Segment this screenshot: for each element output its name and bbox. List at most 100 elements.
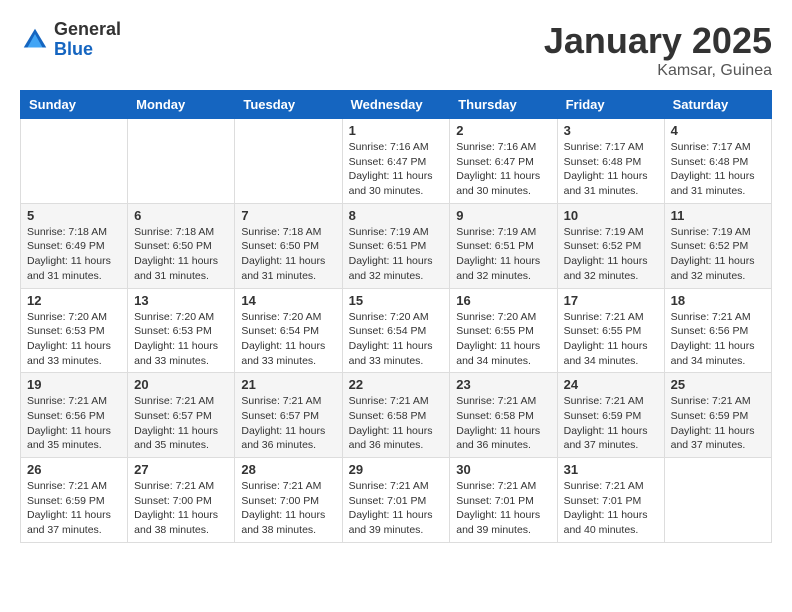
calendar-cell: 5 Sunrise: 7:18 AM Sunset: 6:49 PM Daylig…: [21, 203, 128, 288]
day-number: 16: [456, 293, 550, 308]
day-info: Sunrise: 7:21 AM Sunset: 6:55 PM Dayligh…: [564, 310, 658, 369]
calendar-cell: 30 Sunrise: 7:21 AM Sunset: 7:01 PM Dayli…: [450, 458, 557, 543]
day-info: Sunrise: 7:21 AM Sunset: 6:56 PM Dayligh…: [671, 310, 765, 369]
calendar-cell: 21 Sunrise: 7:21 AM Sunset: 6:57 PM Dayli…: [235, 373, 342, 458]
calendar-cell: 28 Sunrise: 7:21 AM Sunset: 7:00 PM Dayli…: [235, 458, 342, 543]
calendar-cell: 12Sunrise: 7:20 AM Sunset: 6:53 PM Dayli…: [21, 288, 128, 373]
day-info: Sunrise: 7:21 AM Sunset: 7:00 PM Dayligh…: [241, 479, 335, 538]
day-info: Sunrise: 7:20 AM Sunset: 6:55 PM Dayligh…: [456, 310, 550, 369]
day-info: Sunrise: 7:21 AM Sunset: 7:00 PM Dayligh…: [134, 479, 228, 538]
day-number: 31: [564, 462, 658, 477]
day-number: 6: [134, 208, 228, 223]
day-number: 27: [134, 462, 228, 477]
day-number: 13: [134, 293, 228, 308]
calendar-week-row: 12 Sunrise: 7:20 AM Sunset: 6:53 PM Dayli…: [21, 288, 772, 373]
day-number: 28: [241, 462, 335, 477]
day-number: 17: [564, 293, 658, 308]
logo-general-text: General: [54, 19, 121, 39]
day-number: 22: [349, 377, 444, 392]
day-info: Sunrise: 7:21 AM Sunset: 7:01 PM Dayligh…: [456, 479, 550, 538]
calendar-cell: 17 Sunrise: 7:21 AM Sunset: 6:55 PM Dayli…: [557, 288, 664, 373]
day-number: 3: [564, 123, 658, 138]
page-header: General Blue January 2025 Kamsar, Guinea: [20, 20, 772, 80]
day-info: Sunrise: 7:21 AM Sunset: 6:56 PM Dayligh…: [27, 394, 121, 453]
calendar-cell: [235, 119, 342, 204]
day-number: 24: [564, 377, 658, 392]
day-number: 23: [456, 377, 550, 392]
weekday-header: Tuesday: [235, 91, 342, 119]
calendar-cell: 6 Sunrise: 7:18 AM Sunset: 6:50 PM Daylig…: [128, 203, 235, 288]
calendar-cell: 25Sunrise: 7:21 AM Sunset: 6:59 PM Dayli…: [664, 373, 771, 458]
day-info: Sunrise: 7:17 AM Sunset: 6:48 PM Dayligh…: [671, 140, 765, 199]
day-number: 15: [349, 293, 444, 308]
month-title: January 2025: [544, 20, 772, 62]
day-info: Sunrise: 7:16 AM Sunset: 6:47 PM Dayligh…: [349, 140, 444, 199]
day-number: 26: [27, 462, 121, 477]
calendar-cell: 1 Sunrise: 7:16 AM Sunset: 6:47 PM Daylig…: [342, 119, 450, 204]
calendar-cell: 26Sunrise: 7:21 AM Sunset: 6:59 PM Dayli…: [21, 458, 128, 543]
day-info: Sunrise: 7:20 AM Sunset: 6:53 PM Dayligh…: [134, 310, 228, 369]
day-number: 18: [671, 293, 765, 308]
day-number: 2: [456, 123, 550, 138]
calendar-cell: 14 Sunrise: 7:20 AM Sunset: 6:54 PM Dayli…: [235, 288, 342, 373]
calendar-cell: [664, 458, 771, 543]
day-info: Sunrise: 7:21 AM Sunset: 6:59 PM Dayligh…: [671, 394, 765, 453]
day-info: Sunrise: 7:18 AM Sunset: 6:50 PM Dayligh…: [134, 225, 228, 284]
calendar-cell: 22 Sunrise: 7:21 AM Sunset: 6:58 PM Dayli…: [342, 373, 450, 458]
day-info: Sunrise: 7:20 AM Sunset: 6:54 PM Dayligh…: [349, 310, 444, 369]
calendar-cell: 18 Sunrise: 7:21 AM Sunset: 6:56 PM Dayli…: [664, 288, 771, 373]
calendar-cell: 10Sunrise: 7:19 AM Sunset: 6:52 PM Dayli…: [557, 203, 664, 288]
calendar-cell: 3 Sunrise: 7:17 AM Sunset: 6:48 PM Daylig…: [557, 119, 664, 204]
weekday-header-row: SundayMondayTuesdayWednesdayThursdayFrid…: [21, 91, 772, 119]
weekday-header: Monday: [128, 91, 235, 119]
calendar-cell: 7Sunrise: 7:18 AM Sunset: 6:50 PM Daylig…: [235, 203, 342, 288]
day-number: 12: [27, 293, 121, 308]
weekday-header: Thursday: [450, 91, 557, 119]
logo-icon: [20, 25, 50, 55]
day-info: Sunrise: 7:16 AM Sunset: 6:47 PM Dayligh…: [456, 140, 550, 199]
calendar-cell: 8 Sunrise: 7:19 AM Sunset: 6:51 PM Daylig…: [342, 203, 450, 288]
calendar-cell: 23 Sunrise: 7:21 AM Sunset: 6:58 PM Dayli…: [450, 373, 557, 458]
day-info: Sunrise: 7:17 AM Sunset: 6:48 PM Dayligh…: [564, 140, 658, 199]
calendar-cell: 24 Sunrise: 7:21 AM Sunset: 6:59 PM Dayli…: [557, 373, 664, 458]
logo-blue-text: Blue: [54, 39, 93, 59]
day-info: Sunrise: 7:21 AM Sunset: 6:58 PM Dayligh…: [456, 394, 550, 453]
day-info: Sunrise: 7:18 AM Sunset: 6:49 PM Dayligh…: [27, 225, 121, 284]
calendar-cell: [21, 119, 128, 204]
day-number: 1: [349, 123, 444, 138]
day-number: 21: [241, 377, 335, 392]
calendar-week-row: 26Sunrise: 7:21 AM Sunset: 6:59 PM Dayli…: [21, 458, 772, 543]
calendar-cell: 16 Sunrise: 7:20 AM Sunset: 6:55 PM Dayli…: [450, 288, 557, 373]
calendar-cell: 2 Sunrise: 7:16 AM Sunset: 6:47 PM Daylig…: [450, 119, 557, 204]
calendar-cell: 20Sunrise: 7:21 AM Sunset: 6:57 PM Dayli…: [128, 373, 235, 458]
day-info: Sunrise: 7:19 AM Sunset: 6:51 PM Dayligh…: [349, 225, 444, 284]
calendar-cell: 27 Sunrise: 7:21 AM Sunset: 7:00 PM Dayli…: [128, 458, 235, 543]
day-info: Sunrise: 7:21 AM Sunset: 6:57 PM Dayligh…: [134, 394, 228, 453]
day-number: 9: [456, 208, 550, 223]
day-info: Sunrise: 7:19 AM Sunset: 6:52 PM Dayligh…: [671, 225, 765, 284]
calendar-cell: [128, 119, 235, 204]
day-number: 8: [349, 208, 444, 223]
day-info: Sunrise: 7:18 AM Sunset: 6:50 PM Dayligh…: [241, 225, 335, 284]
day-info: Sunrise: 7:21 AM Sunset: 6:57 PM Dayligh…: [241, 394, 335, 453]
calendar-cell: 4 Sunrise: 7:17 AM Sunset: 6:48 PM Daylig…: [664, 119, 771, 204]
logo: General Blue: [20, 20, 121, 60]
day-info: Sunrise: 7:20 AM Sunset: 6:54 PM Dayligh…: [241, 310, 335, 369]
day-info: Sunrise: 7:21 AM Sunset: 6:58 PM Dayligh…: [349, 394, 444, 453]
title-block: January 2025 Kamsar, Guinea: [544, 20, 772, 80]
day-number: 4: [671, 123, 765, 138]
day-info: Sunrise: 7:21 AM Sunset: 6:59 PM Dayligh…: [564, 394, 658, 453]
calendar-week-row: 19Sunrise: 7:21 AM Sunset: 6:56 PM Dayli…: [21, 373, 772, 458]
day-info: Sunrise: 7:21 AM Sunset: 7:01 PM Dayligh…: [349, 479, 444, 538]
calendar-cell: 9Sunrise: 7:19 AM Sunset: 6:51 PM Daylig…: [450, 203, 557, 288]
day-number: 30: [456, 462, 550, 477]
day-info: Sunrise: 7:19 AM Sunset: 6:52 PM Dayligh…: [564, 225, 658, 284]
calendar-cell: 19Sunrise: 7:21 AM Sunset: 6:56 PM Dayli…: [21, 373, 128, 458]
day-number: 11: [671, 208, 765, 223]
day-number: 14: [241, 293, 335, 308]
weekday-header: Wednesday: [342, 91, 450, 119]
calendar-cell: 31Sunrise: 7:21 AM Sunset: 7:01 PM Dayli…: [557, 458, 664, 543]
calendar-table: SundayMondayTuesdayWednesdayThursdayFrid…: [20, 90, 772, 543]
calendar-week-row: 1 Sunrise: 7:16 AM Sunset: 6:47 PM Daylig…: [21, 119, 772, 204]
day-number: 5: [27, 208, 121, 223]
